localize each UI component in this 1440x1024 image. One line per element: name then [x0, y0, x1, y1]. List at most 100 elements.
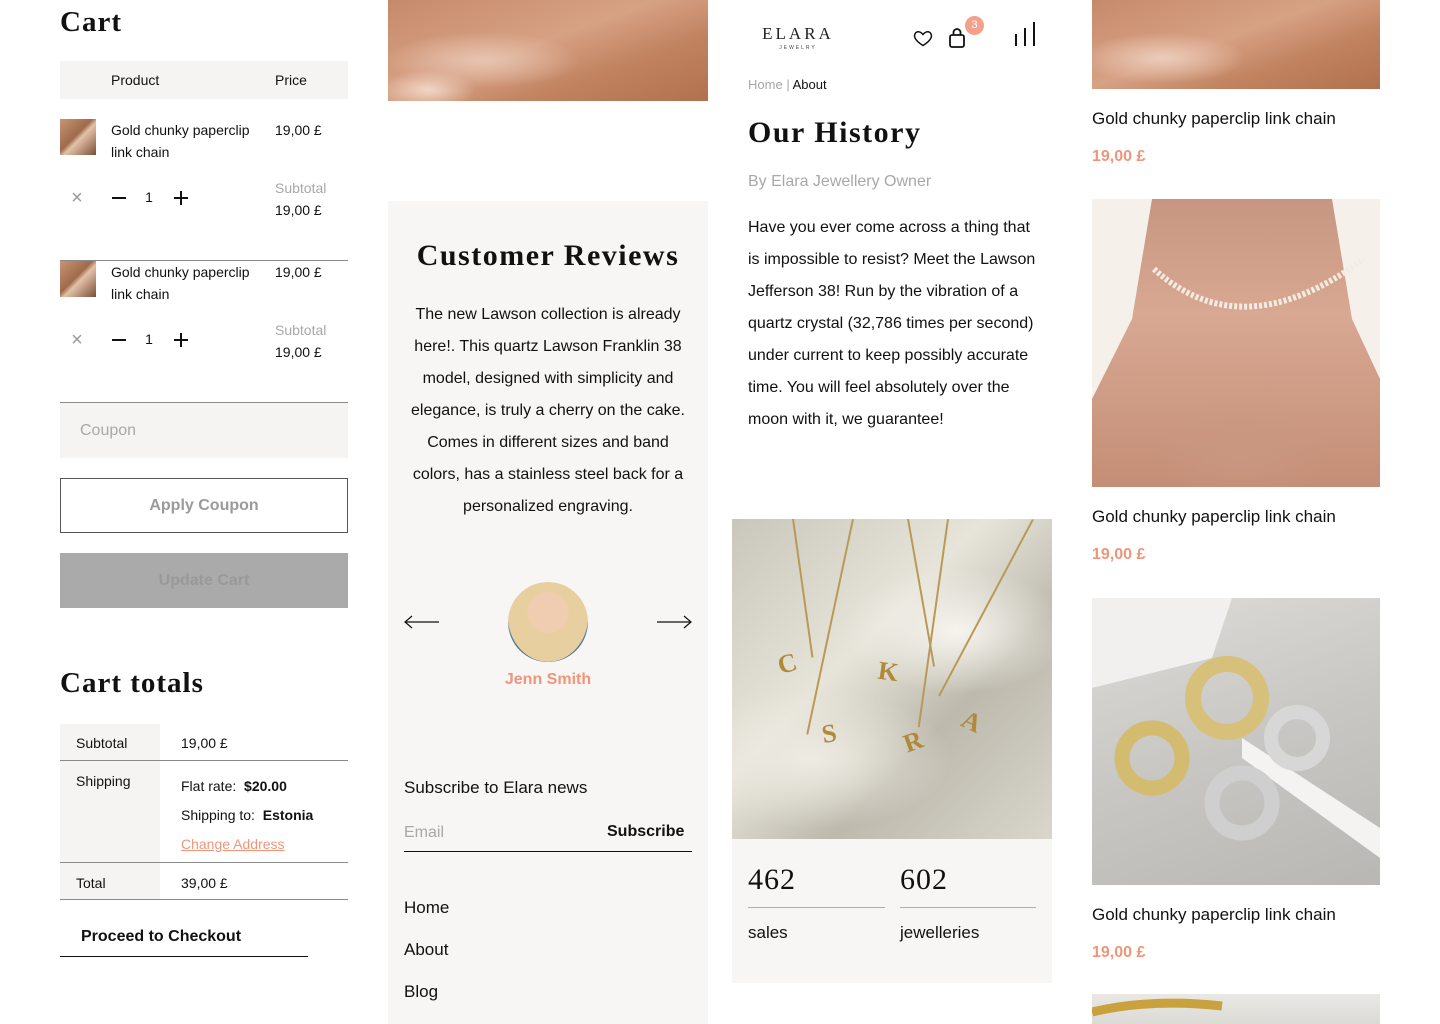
email-underline — [404, 851, 692, 852]
decrease-quantity-button[interactable] — [110, 189, 128, 207]
necklace-chain — [938, 519, 1034, 697]
footer-link-about[interactable]: About — [404, 940, 448, 960]
subscribe-button[interactable]: Subscribe — [607, 823, 684, 841]
cart-totals-title: Cart totals — [60, 667, 204, 699]
cart-title: Cart — [60, 6, 122, 38]
sales-stat-value: 462 — [748, 863, 796, 896]
reviewer-name: Jenn Smith — [504, 671, 592, 688]
pendant-letter: C — [774, 647, 801, 680]
shipping-to-label: Shipping to: — [181, 807, 255, 823]
logo-subtitle: JEWELRY — [779, 45, 817, 51]
shipping-label: Shipping — [60, 761, 160, 862]
product-price: 19,00 £ — [1092, 546, 1146, 563]
flat-rate-value: $20.00 — [244, 778, 287, 794]
product-name[interactable]: Gold chunky paperclip link chain — [1092, 109, 1336, 129]
reviews-title: Customer Reviews — [416, 239, 680, 272]
flat-rate-label: Flat rate: — [181, 778, 237, 794]
about-text: Have you ever come across a thing that i… — [748, 219, 1036, 428]
products-column: Gold chunky paperclip link chain 19,00 £… — [1092, 0, 1380, 1024]
cart-item: Gold chunky paperclip link chain 19,00 £… — [60, 261, 348, 403]
total-value: 39,00 £ — [181, 875, 228, 891]
breadcrumb-current: About — [792, 77, 827, 92]
previous-review-arrow-icon[interactable] — [404, 613, 440, 631]
about-byline: By Elara Jewellery Owner — [748, 173, 932, 190]
shipping-to-value: Estonia — [262, 807, 314, 823]
newsletter-label: Subscribe to Elara news — [404, 778, 588, 797]
jewelleries-stat-value: 602 — [900, 863, 948, 896]
item-subtotal-value: 19,00 £ — [275, 344, 322, 360]
cart-item-name[interactable]: Gold chunky paperclip link chain — [111, 261, 271, 305]
reviews-panel: Customer Reviews The new Lawson collecti… — [388, 201, 708, 1024]
breadcrumb-home-link[interactable]: Home — [748, 77, 783, 92]
update-cart-button[interactable]: Update Cart — [60, 553, 348, 608]
stat-divider — [748, 907, 885, 908]
item-subtotal-label: Subtotal — [275, 180, 327, 196]
cart-totals-table: Subtotal 19,00 £ Shipping Flat rate: $20… — [60, 724, 348, 900]
sales-stat-label: sales — [748, 923, 788, 942]
breadcrumb: Home | About — [748, 77, 827, 92]
product-column-header: Product — [111, 72, 160, 88]
reviewer-avatar — [508, 582, 588, 662]
quantity-value[interactable]: 1 — [143, 331, 155, 347]
next-review-arrow-icon[interactable] — [656, 613, 692, 631]
proceed-to-checkout-button[interactable]: Proceed to Checkout — [60, 918, 308, 957]
pendant-letter: R — [899, 724, 928, 759]
item-subtotal-label: Subtotal — [275, 322, 327, 338]
totals-shipping-row: Shipping Flat rate: $20.00 Shipping to: … — [60, 761, 348, 863]
cart-column: Cart Product Price Gold chunky paperclip… — [60, 0, 348, 1024]
pendant-letter: S — [819, 717, 839, 750]
total-label: Total — [60, 863, 160, 899]
product-image[interactable] — [1092, 994, 1380, 1024]
decrease-quantity-button[interactable] — [110, 331, 128, 349]
cart-table-header: Product Price — [60, 61, 348, 99]
newsletter-email-input[interactable] — [404, 821, 604, 845]
remove-item-icon[interactable]: × — [68, 188, 86, 208]
reviews-column: Customer Reviews The new Lawson collecti… — [388, 0, 708, 1024]
about-title: Our History — [748, 116, 922, 149]
quantity-value[interactable]: 1 — [143, 189, 155, 205]
about-column: ELARA JEWELRY 3 Home | About Our History… — [732, 0, 1052, 1024]
totals-subtotal-row: Subtotal 19,00 £ — [60, 724, 348, 761]
product-name[interactable]: Gold chunky paperclip link chain — [1092, 905, 1336, 925]
totals-subtotal-label: Subtotal — [60, 724, 160, 760]
necklace-chain — [806, 519, 854, 735]
product-thumbnail[interactable] — [60, 261, 96, 297]
totals-subtotal-value: 19,00 £ — [181, 735, 228, 751]
cart-item-name[interactable]: Gold chunky paperclip link chain — [111, 119, 271, 163]
cart-item-price: 19,00 £ — [275, 122, 322, 138]
product-price: 19,00 £ — [1092, 944, 1146, 961]
wishlist-heart-icon[interactable] — [913, 28, 933, 48]
product-thumbnail[interactable] — [60, 119, 96, 155]
necklace-chain — [917, 519, 949, 728]
shopping-bag-icon[interactable] — [947, 27, 967, 49]
brand-logo[interactable]: ELARA JEWELRY — [762, 24, 834, 51]
coupon-input[interactable] — [60, 403, 348, 458]
flat-rate-line: Flat rate: $20.00 — [181, 772, 348, 801]
apply-coupon-button[interactable]: Apply Coupon — [60, 478, 348, 533]
product-image[interactable] — [1092, 199, 1380, 487]
product-image[interactable] — [1092, 598, 1380, 885]
pendant-letter: K — [876, 655, 901, 688]
pendant-letter: A — [956, 704, 987, 739]
item-subtotal-value: 19,00 £ — [275, 202, 322, 218]
totals-total-row: Total 39,00 £ — [60, 863, 348, 900]
menu-bars-icon[interactable] — [1013, 22, 1037, 46]
cart-item-price: 19,00 £ — [275, 264, 322, 280]
product-image[interactable] — [1092, 0, 1380, 89]
remove-item-icon[interactable]: × — [68, 330, 86, 350]
hand-photo — [388, 0, 708, 101]
footer-link-home[interactable]: Home — [404, 898, 449, 918]
increase-quantity-button[interactable] — [172, 189, 190, 207]
letter-necklaces-photo: C K S R A — [732, 519, 1052, 839]
breadcrumb-separator: | — [786, 77, 790, 92]
jewelleries-stat-label: jewelleries — [900, 923, 980, 942]
product-name[interactable]: Gold chunky paperclip link chain — [1092, 507, 1336, 527]
necklace-chain — [792, 519, 813, 658]
change-address-link[interactable]: Change Address — [181, 836, 285, 852]
cart-item: Gold chunky paperclip link chain 19,00 £… — [60, 119, 348, 261]
shipping-details: Flat rate: $20.00 Shipping to: Estonia C… — [181, 761, 348, 859]
shipping-to-line: Shipping to: Estonia — [181, 801, 348, 830]
increase-quantity-button[interactable] — [172, 331, 190, 349]
price-column-header: Price — [275, 72, 307, 88]
footer-link-blog[interactable]: Blog — [404, 982, 438, 1002]
